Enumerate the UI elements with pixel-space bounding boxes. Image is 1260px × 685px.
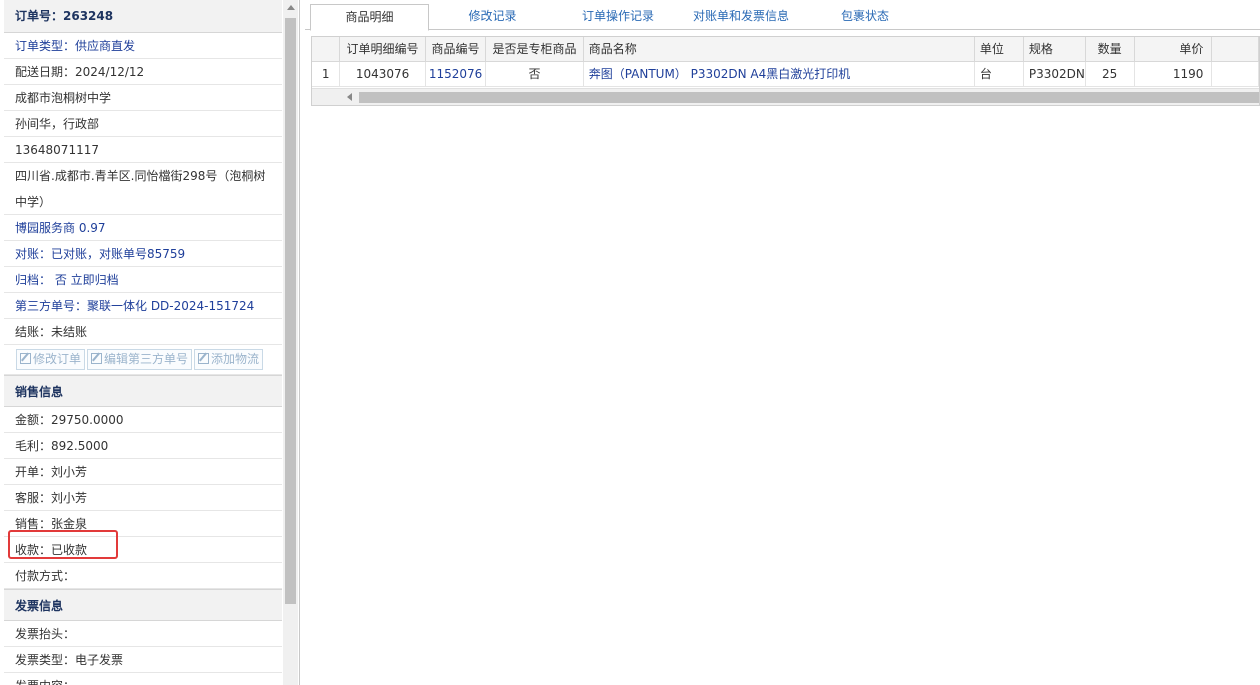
cell-price: 1190 [1134,61,1213,87]
archive-status[interactable]: 归档： 否 立即归档 [4,267,282,293]
edit-order-button[interactable]: 修改订单 [16,349,86,370]
add-logistics-label: 添加物流 [211,352,260,366]
column-header-product-id[interactable]: 商品编号 [425,37,487,62]
column-header-price[interactable]: 单价 [1134,37,1213,62]
column-header-filler [1211,37,1259,62]
sales-amount: 金额：29750.0000 [4,407,282,433]
detail-tabs: 商品明细 修改记录 订单操作记录 对账单和发票信息 包裹状态 [305,0,1260,31]
edit-third-party-label: 编辑第三方单号 [104,352,189,366]
tab-package-status[interactable]: 包裹状态 [811,4,919,30]
grid-horizontal-scrollbar[interactable] [312,88,1259,105]
product-table: 订单明细编号 商品编号 是否是专柜商品 商品名称 单位 规格 数量 单价 1 1… [312,37,1259,87]
invoice-type: 发票类型：电子发票 [4,647,282,673]
tab-modification-log[interactable]: 修改记录 [440,4,545,30]
customer-phone: 13648071117 [4,137,282,163]
invoice-content: 发票内容： [4,673,282,685]
order-detail-panel: 商品明细 修改记录 订单操作记录 对账单和发票信息 包裹状态 订单明细编号 商品… [305,0,1260,685]
column-header-product-name[interactable]: 商品名称 [583,37,975,62]
reconcile-status[interactable]: 对账：已对账，对账单号85759 [4,241,282,267]
edit-icon [20,353,31,364]
delivery-date: 配送日期：2024/12/12 [4,59,282,85]
edit-third-party-button[interactable]: 编辑第三方单号 [87,349,193,370]
edit-icon [91,353,103,364]
customer-contact: 孙间华，行政部 [4,111,282,137]
service-provider-link[interactable]: 博园服务商 0.97 [4,215,282,241]
scroll-left-icon[interactable] [347,93,352,101]
invoice-info-header: 发票信息 [4,589,282,621]
column-header-detail-id[interactable]: 订单明细编号 [339,37,426,62]
column-header-index [312,37,341,62]
cell-product-name-link[interactable]: 奔图（PANTUM） P3302DN A4黑白激光打印机 [583,61,975,87]
scrollbar-thumb[interactable] [285,18,296,604]
horizontal-scrollbar-thumb[interactable] [359,92,1259,103]
column-header-qty[interactable]: 数量 [1085,37,1135,62]
cell-product-id-link[interactable]: 1152076 [425,61,487,87]
table-row[interactable]: 1 1043076 1152076 否 奔图（PANTUM） P3302DN A… [312,61,1259,87]
order-action-bar: 修改订单 编辑第三方单号 添加物流 [4,345,282,375]
cell-detail-id: 1043076 [339,61,426,87]
order-info-list: 订单号：263248 订单类型：供应商直发 配送日期：2024/12/12 成都… [4,0,282,685]
scroll-up-icon[interactable] [287,5,295,10]
cell-unit: 台 [974,61,1024,87]
add-logistics-button[interactable]: 添加物流 [194,349,264,370]
tab-reconcile-invoice[interactable]: 对账单和发票信息 [685,4,797,30]
tab-product-details[interactable]: 商品明细 [310,4,429,31]
customer-school: 成都市泡桐树中学 [4,85,282,111]
cell-qty: 25 [1085,61,1135,87]
column-header-counter[interactable]: 是否是专柜商品 [485,37,584,62]
cell-counter: 否 [485,61,584,87]
sales-info-header: 销售信息 [4,375,282,407]
cell-spec: P3302DN [1023,61,1086,87]
payment-method: 付款方式： [4,563,282,589]
sales-issuer: 开单：刘小芳 [4,459,282,485]
order-info-panel: 订单号：263248 订单类型：供应商直发 配送日期：2024/12/12 成都… [0,0,300,685]
cell-filler [1211,61,1259,87]
order-number-header: 订单号：263248 [4,0,282,33]
settlement-status: 结账：未结账 [4,319,282,345]
sales-service-staff: 客服：刘小芳 [4,485,282,511]
row-index: 1 [312,61,341,87]
order-type: 订单类型：供应商直发 [4,33,282,59]
sales-profit: 毛利：892.5000 [4,433,282,459]
product-grid: 订单明细编号 商品编号 是否是专柜商品 商品名称 单位 规格 数量 单价 1 1… [311,36,1260,106]
invoice-title: 发票抬头： [4,621,282,647]
payment-status-highlight [8,530,118,559]
edit-icon [198,353,210,364]
delivery-address: 四川省.成都市.青羊区.同怡檔街298号（泡桐树中学） [4,163,282,215]
left-panel-scrollbar[interactable] [283,0,298,685]
column-header-spec[interactable]: 规格 [1023,37,1086,62]
table-header-row: 订单明细编号 商品编号 是否是专柜商品 商品名称 单位 规格 数量 单价 [312,37,1259,62]
tab-order-operation-log[interactable]: 订单操作记录 [563,4,673,30]
edit-order-label: 修改订单 [33,352,82,366]
column-header-unit[interactable]: 单位 [974,37,1024,62]
third-party-order[interactable]: 第三方单号：聚联一体化 DD-2024-151724 [4,293,282,319]
